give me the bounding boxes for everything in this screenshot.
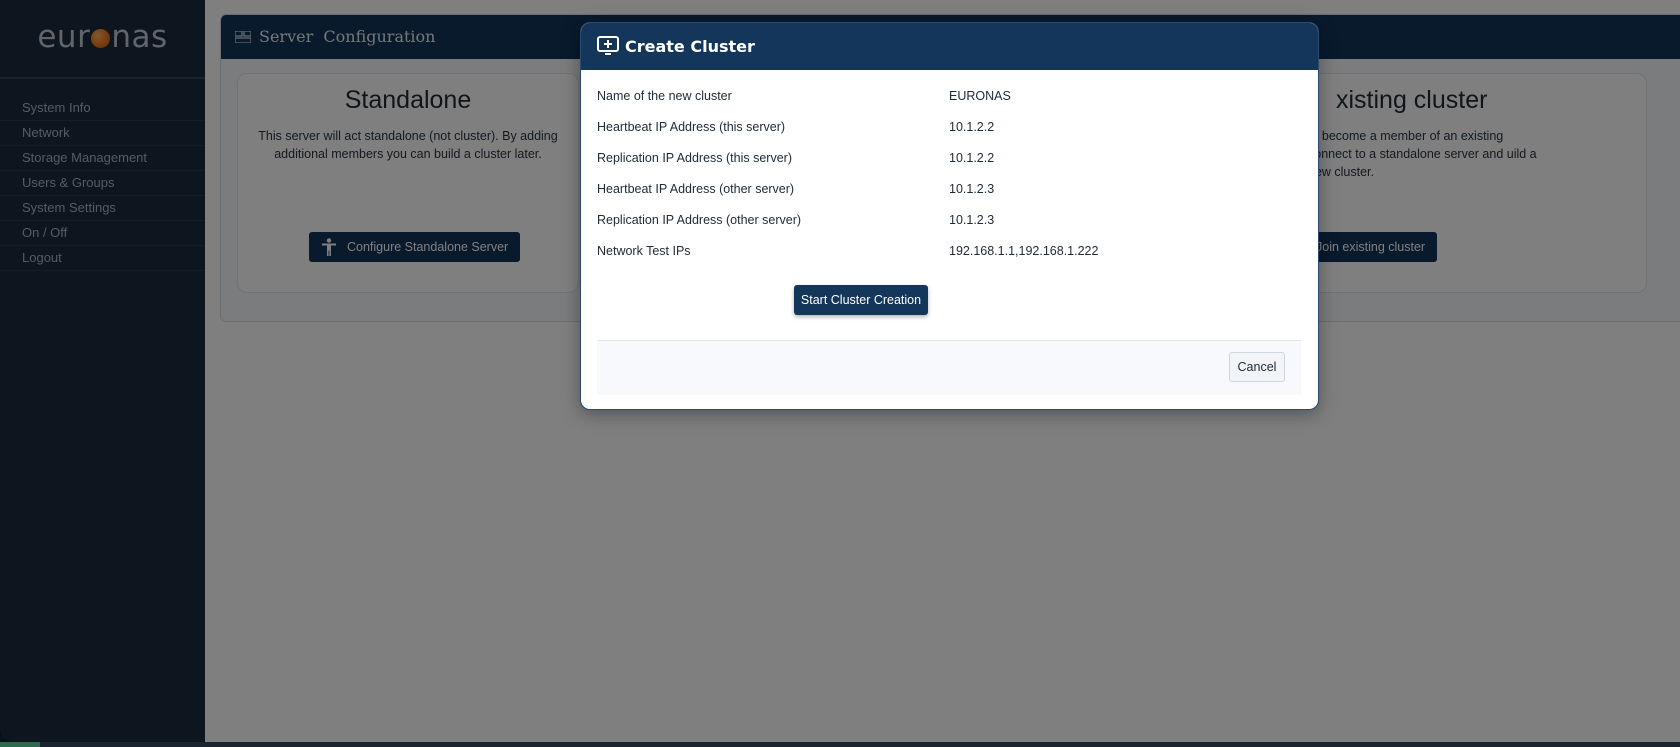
field-row: Replication IP Address (this server) 10.… [597, 143, 1297, 174]
field-value: 10.1.2.3 [949, 182, 995, 196]
field-label: Network Test IPs [597, 244, 691, 258]
field-row: Heartbeat IP Address (this server) 10.1.… [597, 112, 1297, 143]
dialog-footer: Cancel [597, 340, 1301, 395]
field-row: Name of the new cluster EURONAS [597, 81, 1297, 112]
field-label: Heartbeat IP Address (this server) [597, 120, 786, 134]
field-row: Replication IP Address (other server) 10… [597, 205, 1297, 236]
field-value: 10.1.2.3 [949, 213, 995, 227]
field-label: Heartbeat IP Address (other server) [597, 182, 795, 196]
dialog-header: Create Cluster [581, 23, 1318, 70]
field-row: Heartbeat IP Address (other server) 10.1… [597, 174, 1297, 205]
field-value: 10.1.2.2 [949, 120, 995, 134]
field-value: EURONAS [949, 89, 1011, 103]
cluster-fields: Name of the new cluster EURONAS Heartbea… [597, 81, 1297, 267]
add-monitor-icon [597, 36, 619, 55]
field-label: Replication IP Address (this server) [597, 151, 792, 165]
field-row: Network Test IPs 192.168.1.1,192.168.1.2… [597, 236, 1297, 267]
field-label: Name of the new cluster [597, 89, 732, 103]
field-value: 10.1.2.2 [949, 151, 995, 165]
bottom-edge [0, 742, 1680, 747]
create-cluster-dialog: Create Cluster Name of the new cluster E… [580, 22, 1319, 410]
cancel-button[interactable]: Cancel [1229, 352, 1285, 382]
field-label: Replication IP Address (other server) [597, 213, 802, 227]
start-cluster-creation-button[interactable]: Start Cluster Creation [794, 285, 928, 315]
field-value: 192.168.1.1,192.168.1.222 [949, 244, 1099, 258]
dialog-title: Create Cluster [625, 37, 755, 56]
